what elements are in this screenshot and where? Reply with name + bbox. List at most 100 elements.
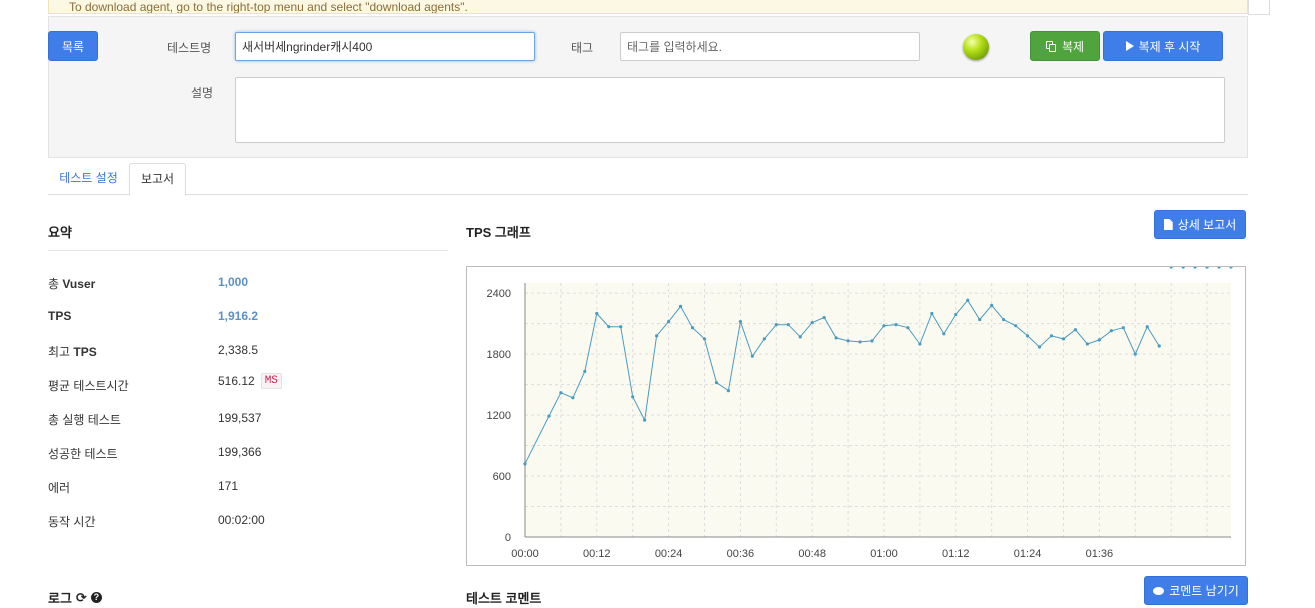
data-point [631,395,635,399]
data-point [1037,345,1042,349]
tab-test-settings[interactable]: 테스트 설정 [48,163,129,195]
data-point [666,320,671,324]
summary-value-errors: 171 [218,479,239,493]
data-point [643,418,647,422]
data-point [822,315,826,320]
data-point [619,325,623,329]
y-tick-label: 1200 [487,410,511,422]
mean-test-time-number: 516.12 [218,374,255,388]
x-tick-label: 00:00 [511,548,539,560]
list-button-label: 목록 [61,39,85,54]
summary-title: 요약 [48,225,72,240]
clone-button-label: 복제 [1061,39,1085,54]
detailed-report-label: 상세 보고서 [1177,218,1237,232]
summary-label-strong: Vuser [62,277,96,291]
data-point [1061,337,1066,341]
x-tick-label: 00:12 [583,548,611,560]
data-point [930,311,934,316]
clone-and-start-button[interactable]: 복제 후 시작 [1103,31,1223,61]
summary-label-mean-test-time: 평균 테스트시간 [48,377,129,394]
data-point [798,335,802,339]
data-point [1205,265,1209,269]
data-point [1193,265,1197,269]
x-tick-label: 00:36 [727,548,755,560]
x-tick-label: 00:48 [798,548,826,560]
test-status-indicator [963,34,989,60]
data-point [954,312,958,317]
summary-label-total-tests: 총 실행 테스트 [48,413,121,427]
data-point [1229,265,1233,269]
notice-text: To download agent, go to the right-top m… [69,0,468,14]
refresh-icon[interactable]: ⟳ [76,591,87,604]
test-name-label: 테스트명 [167,41,212,55]
summary-label-strong: TPS [73,345,97,359]
data-point [1181,265,1185,269]
data-point [786,323,790,327]
data-point [918,342,922,346]
summary-label-errors: 에러 [48,481,71,495]
summary-label-text: 총 [48,277,63,291]
data-point [1133,352,1137,356]
data-point [870,339,874,343]
data-point [1025,334,1030,338]
data-point [595,311,599,316]
data-point [762,337,766,341]
data-point [1014,324,1018,328]
data-point [1145,325,1149,329]
data-point [1002,317,1006,322]
data-point [714,380,719,385]
clone-button[interactable]: 복제 [1030,31,1100,61]
tag-input[interactable] [620,32,920,61]
test-form-panel: 목록 테스트명 태그 복제 복제 후 시작 설명 [48,16,1248,158]
summary-value-successful-tests: 199,366 [218,445,262,459]
data-point [894,323,898,327]
data-point [571,396,575,400]
data-point [1097,338,1101,342]
summary-label-text: 평균 테스트시간 [48,379,129,393]
description-textarea[interactable] [235,77,1225,143]
x-tick-label: 01:24 [1014,548,1042,560]
data-point [607,325,611,329]
list-button[interactable]: 목록 [48,31,98,61]
summary-value-tps[interactable]: 1,916.2 [218,309,258,323]
data-point [1049,334,1054,338]
test-name-input[interactable] [235,32,535,61]
leave-comment-label: 코멘트 남기기 [1169,584,1239,598]
x-tick-label: 00:24 [655,548,683,560]
y-tick-label: 1800 [487,349,511,361]
ms-unit-badge: MS [260,373,282,389]
summary-label-strong: TPS [48,309,72,323]
tag-label: 태그 [571,41,594,55]
data-point [858,340,862,344]
summary-label-successful-tests: 성공한 테스트 [48,447,118,461]
leave-comment-button[interactable]: 코멘트 남기기 [1144,576,1248,605]
data-point [738,320,742,324]
comment-icon [1153,586,1165,595]
data-point [750,354,754,358]
data-point [990,303,994,307]
data-point [1169,265,1173,269]
x-tick-label: 01:12 [942,548,970,560]
data-point [523,462,527,466]
clone-and-start-label: 복제 후 시작 [1138,39,1201,54]
data-point [846,339,850,343]
log-title: 로그 [48,591,72,606]
copy-icon [1045,40,1057,52]
summary-value-peak-tps: 2,338.5 [218,343,259,357]
document-icon [1163,219,1173,230]
x-axis-ticks: 00:00 00:12 00:24 00:36 00:48 01:00 01:12 01:24… [511,548,1113,560]
data-point [726,389,731,393]
help-icon[interactable]: ? [90,592,102,603]
data-point [966,298,970,302]
summary-value-run-time: 00:02:00 [218,513,265,527]
summary-value-vuser[interactable]: 1,000 [218,275,248,289]
data-point [702,337,707,341]
data-point [882,324,886,328]
summary-value-mean-test-time: 516.12 MS [218,373,282,389]
log-section-header: 로그 ⟳ ? [48,588,102,607]
tps-graph-title: TPS 그래프 [466,225,531,240]
data-point [774,323,778,327]
data-point [1217,265,1221,269]
detailed-report-button[interactable]: 상세 보고서 [1154,210,1246,239]
tab-report[interactable]: 보고서 [129,163,186,196]
